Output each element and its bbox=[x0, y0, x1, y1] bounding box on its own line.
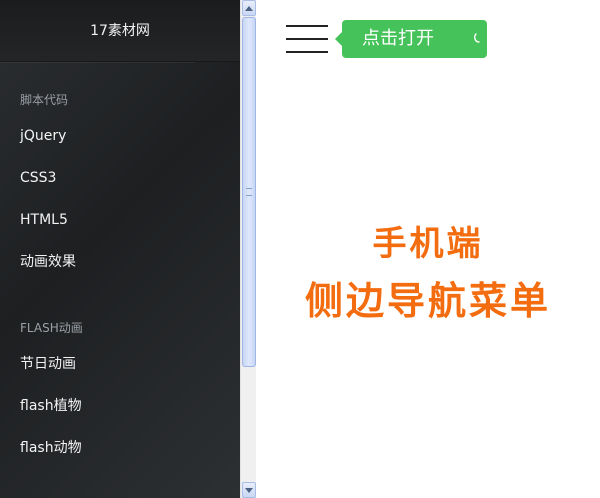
nav-item-flash-animals[interactable]: flash动物 bbox=[0, 427, 240, 469]
headline-line-1: 手机端 bbox=[372, 224, 484, 264]
tooltip-label: 点击打开 bbox=[362, 28, 434, 49]
nav-item-holiday-animation[interactable]: 节日动画 bbox=[0, 343, 240, 385]
nav-item-css3[interactable]: CSS3 bbox=[0, 157, 240, 199]
hamburger-bar bbox=[286, 51, 328, 53]
sidebar-scrollbar[interactable] bbox=[240, 0, 256, 498]
sidebar-brand[interactable]: 17素材网 bbox=[0, 0, 240, 62]
hamburger-bar bbox=[286, 25, 328, 27]
arrow-up-icon bbox=[245, 5, 253, 11]
brand-divider bbox=[0, 62, 195, 63]
arrow-down-icon bbox=[245, 487, 253, 493]
sidebar: 17素材网 脚本代码 jQuery CSS3 HTML5 动画效果 FLASH动… bbox=[0, 0, 240, 498]
section-title-flash: FLASH动画 bbox=[20, 321, 83, 335]
scroll-thumb[interactable] bbox=[242, 17, 256, 367]
nav-item-flash-plants[interactable]: flash植物 bbox=[0, 385, 240, 427]
tap-hand-icon bbox=[473, 33, 480, 43]
headline-line-2: 侧边导航菜单 bbox=[304, 279, 551, 323]
hamburger-bar bbox=[286, 38, 328, 40]
hamburger-icon[interactable] bbox=[286, 23, 328, 55]
section-title-scripts: 脚本代码 bbox=[20, 93, 69, 107]
nav-item-html5[interactable]: HTML5 bbox=[0, 199, 240, 241]
scroll-down-button[interactable] bbox=[242, 482, 256, 498]
grip-icon bbox=[246, 188, 252, 196]
open-menu-tooltip[interactable]: 点击打开 bbox=[335, 20, 487, 58]
nav-item-jquery[interactable]: jQuery bbox=[0, 115, 240, 157]
scroll-up-button[interactable] bbox=[242, 0, 256, 16]
nav-item-animation-effects[interactable]: 动画效果 bbox=[0, 241, 240, 283]
